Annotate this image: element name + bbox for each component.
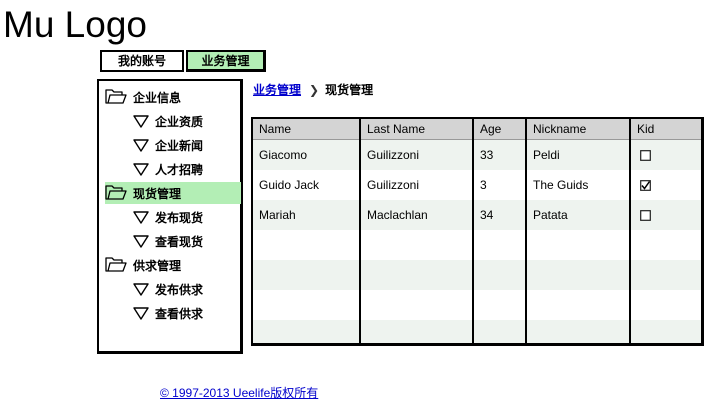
column-header-last-name[interactable]: Last Name <box>360 119 474 140</box>
nav-label: 企业新闻 <box>155 138 204 153</box>
cell-name: Guido Jack <box>253 170 361 200</box>
table-row-empty <box>253 260 701 290</box>
cell-last-name: Guilizzoni <box>360 139 474 170</box>
cell-age: 34 <box>473 200 527 230</box>
breadcrumb: 业务管理 ❯ 现货管理 <box>253 81 373 98</box>
nav-item-company-news[interactable]: 企业新闻 <box>133 134 203 156</box>
nav-label: 查看现货 <box>155 234 204 249</box>
nav-item-spot-management[interactable]: 现货管理 <box>105 182 241 204</box>
logo: Mu Logo <box>3 4 147 45</box>
nav-label: 发布现货 <box>155 210 204 225</box>
tab-business-management[interactable]: 业务管理 <box>186 50 266 72</box>
nav-label: 人才招聘 <box>155 162 204 177</box>
nav-item-supply-demand[interactable]: 供求管理 <box>105 254 181 276</box>
column-header-age[interactable]: Age <box>473 119 527 140</box>
sidebar-tree: 企业信息 企业资质 企业新闻 人才招聘 现货管理 发布现货 查看现货 供求管理 … <box>97 79 243 354</box>
nav-item-view-supply[interactable]: 查看供求 <box>133 302 203 324</box>
data-table: Name Last Name Age Nickname Kid Giacomo … <box>253 119 701 343</box>
triangle-down-icon <box>133 211 149 224</box>
nav-item-publish-spot[interactable]: 发布现货 <box>133 206 203 228</box>
checkbox-unchecked-icon[interactable] <box>640 149 651 161</box>
cell-age: 3 <box>473 170 527 200</box>
cell-kid <box>630 170 701 200</box>
table-row[interactable]: Giacomo Guilizzoni 33 Peldi <box>253 139 701 170</box>
folder-icon <box>105 185 127 200</box>
table-header-row: Name Last Name Age Nickname Kid <box>253 119 701 140</box>
column-header-name[interactable]: Name <box>253 119 361 140</box>
column-header-kid[interactable]: Kid <box>630 119 701 140</box>
tab-my-account[interactable]: 我的账号 <box>100 50 184 72</box>
triangle-down-icon <box>133 307 149 320</box>
nav-label: 查看供求 <box>155 306 204 321</box>
triangle-down-icon <box>133 163 149 176</box>
folder-icon <box>105 89 127 104</box>
triangle-down-icon <box>133 115 149 128</box>
nav-label: 企业信息 <box>133 90 182 105</box>
column-header-nickname[interactable]: Nickname <box>526 119 631 140</box>
cell-kid <box>630 139 701 170</box>
table-row[interactable]: Mariah Maclachlan 34 Patata <box>253 200 701 230</box>
breadcrumb-link-business[interactable]: 业务管理 <box>253 81 301 98</box>
cell-last-name: Maclachlan <box>360 200 474 230</box>
triangle-down-icon <box>133 235 149 248</box>
nav-item-company-info[interactable]: 企业信息 <box>105 86 181 108</box>
nav-item-publish-supply[interactable]: 发布供求 <box>133 278 203 300</box>
nav-item-recruitment[interactable]: 人才招聘 <box>133 158 203 180</box>
nav-item-view-spot[interactable]: 查看现货 <box>133 230 203 252</box>
chevron-right-icon: ❯ <box>309 82 320 97</box>
cell-age: 33 <box>473 139 527 170</box>
table-row-empty <box>253 230 701 260</box>
triangle-down-icon <box>133 283 149 296</box>
nav-label: 供求管理 <box>133 258 182 273</box>
table-row-empty <box>253 320 701 343</box>
triangle-down-icon <box>133 139 149 152</box>
nav-label: 企业资质 <box>155 114 204 129</box>
cell-nickname: The Guids <box>526 170 631 200</box>
table-row[interactable]: Guido Jack Guilizzoni 3 The Guids <box>253 170 701 200</box>
checkbox-unchecked-icon[interactable] <box>640 209 651 221</box>
cell-nickname: Peldi <box>526 139 631 170</box>
cell-name: Giacomo <box>253 139 361 170</box>
nav-label: 发布供求 <box>155 282 204 297</box>
cell-nickname: Patata <box>526 200 631 230</box>
cell-last-name: Guilizzoni <box>360 170 474 200</box>
cell-name: Mariah <box>253 200 361 230</box>
nav-item-qualification[interactable]: 企业资质 <box>133 110 203 132</box>
data-grid: Name Last Name Age Nickname Kid Giacomo … <box>251 117 704 346</box>
nav-label: 现货管理 <box>133 186 182 201</box>
table-row-empty <box>253 290 701 320</box>
folder-icon <box>105 257 127 272</box>
breadcrumb-current: 现货管理 <box>325 83 374 97</box>
cell-kid <box>630 200 701 230</box>
checkbox-checked-icon[interactable] <box>640 179 651 191</box>
footer-copyright-link[interactable]: © 1997-2013 Ueelife版权所有 <box>160 384 318 401</box>
